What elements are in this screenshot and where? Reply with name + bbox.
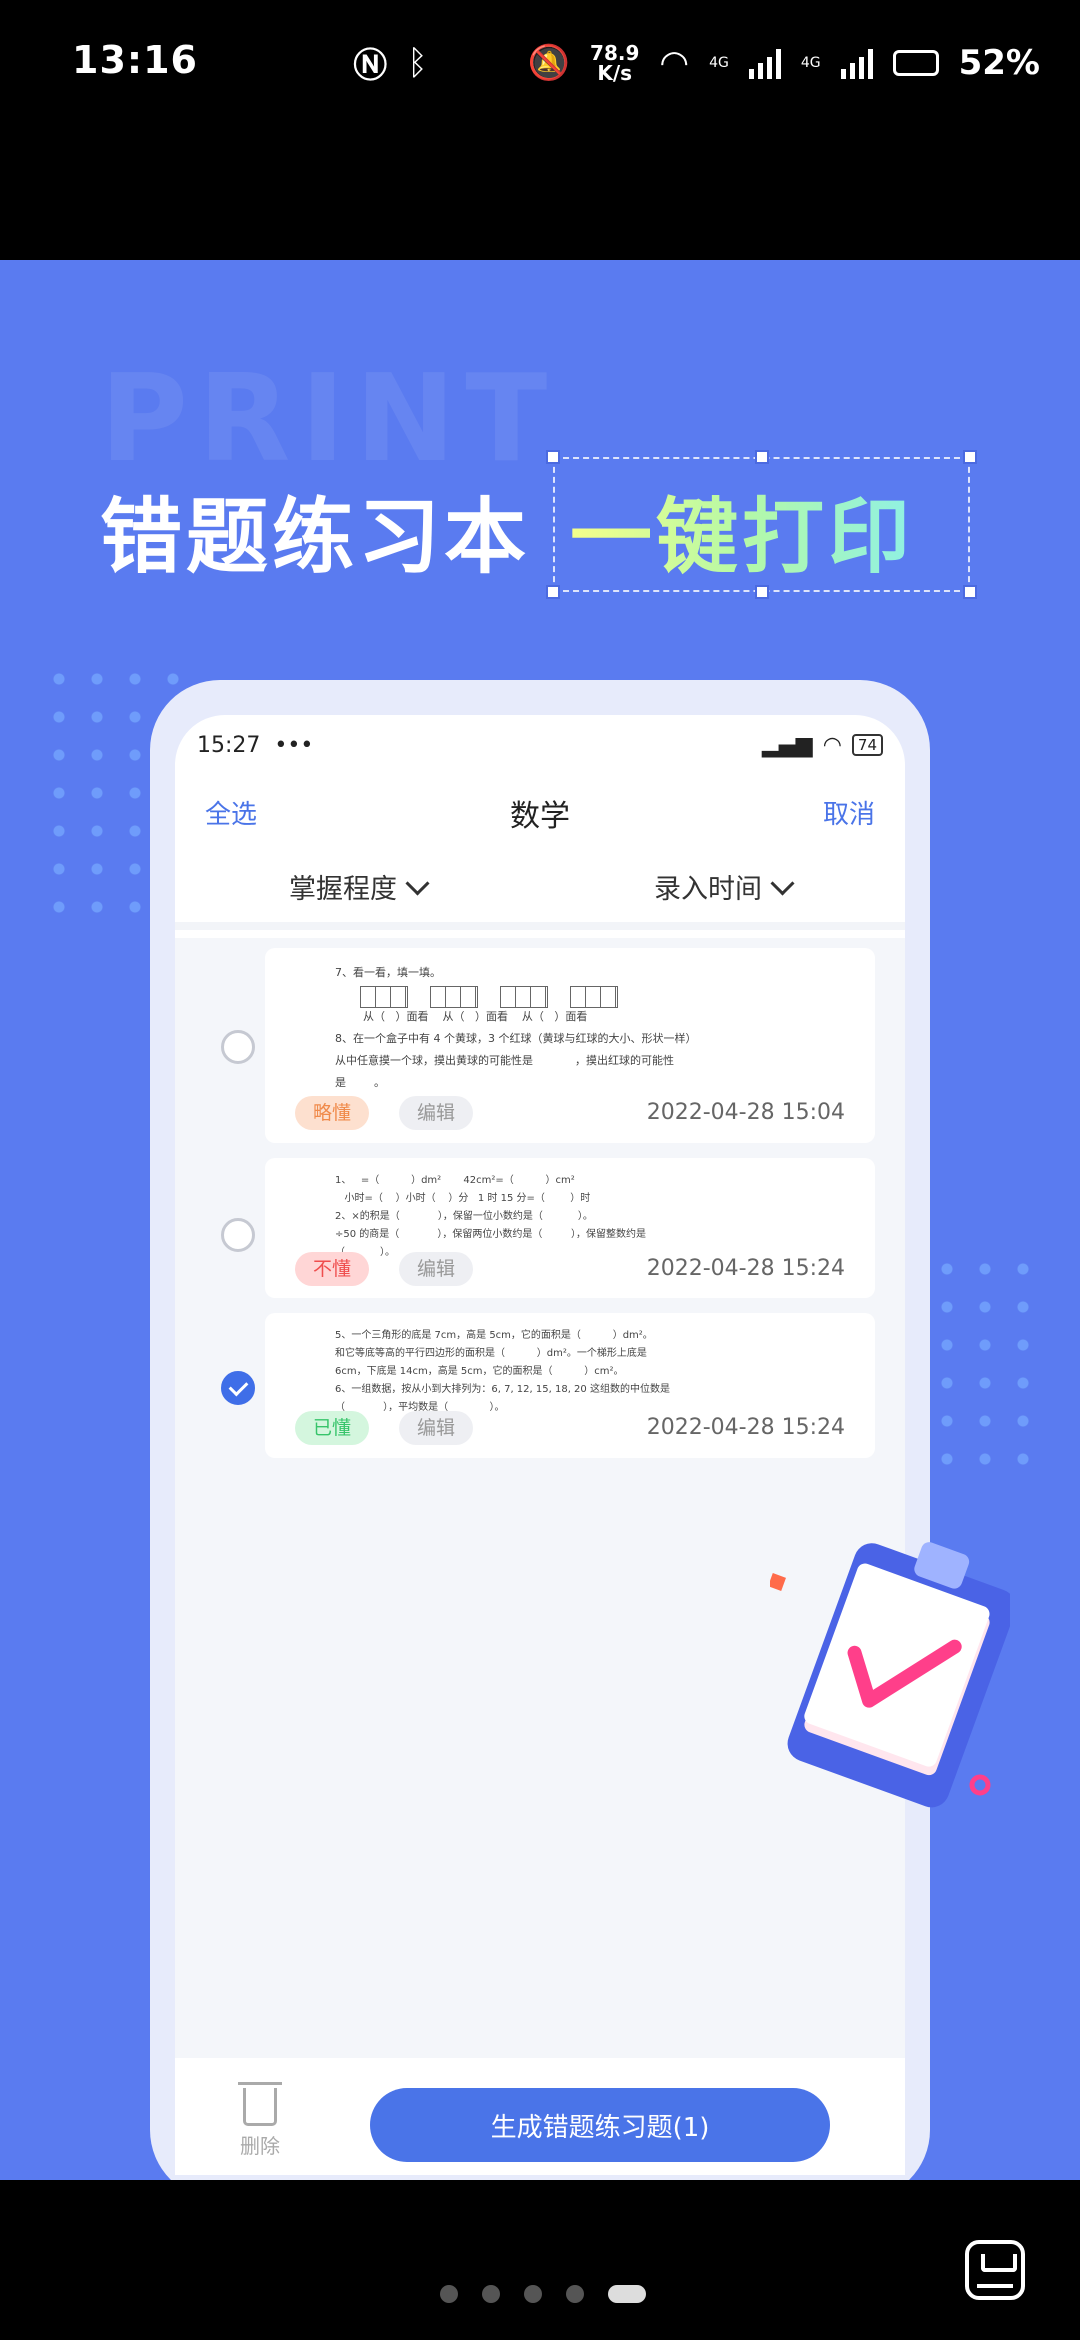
status-icons: Ⓝ ᛒ 🔕 78.9 K/s ◠ 4G 4G 52%: [353, 38, 1040, 87]
handle-icon: [546, 450, 560, 464]
delete-button[interactable]: 删除: [230, 2082, 290, 2159]
select-radio[interactable]: [221, 1218, 255, 1252]
headline-right: 一键打印: [570, 470, 914, 589]
phone-nav: 全选 数学 取消: [175, 775, 905, 850]
cube-figure-icon: [500, 986, 548, 1008]
phone-screen: 15:27 ••• ▂▄▆ ◠ 74 全选 数学 取消 掌握程度 录入时间 7、…: [175, 715, 905, 2175]
headline-left: 错题练习本: [100, 490, 531, 585]
battery-percent: 52%: [958, 42, 1040, 83]
signal-icon: [748, 47, 781, 79]
bluetooth-icon: ᛒ: [407, 42, 428, 83]
cube-figure-icon: [430, 986, 478, 1008]
system-nav-bar: [0, 2180, 1080, 2340]
clipboard-check-icon: [770, 1542, 1010, 1808]
save-icon[interactable]: [965, 2240, 1025, 2300]
filter-entry-time[interactable]: 录入时间: [654, 867, 791, 906]
print-watermark: PRINT: [100, 350, 558, 489]
bottom-action-bar: 删除 生成错题练习题(1): [175, 2058, 905, 2175]
question-card[interactable]: 5、一个三角形的底是 7cm，高是 5cm，它的面积是（ ）dm²。 和它等底等高…: [221, 1313, 875, 1458]
page-dot[interactable]: [524, 2285, 542, 2303]
cube-figure-icon: [360, 986, 408, 1008]
status-time: 13:16: [72, 38, 198, 82]
mastery-tag: 已懂: [295, 1411, 370, 1445]
page-dot[interactable]: [440, 2285, 458, 2303]
page-dot[interactable]: [566, 2285, 584, 2303]
question-card[interactable]: 7、看一看，填一填。 从（ ）面看 从（ ）面看 从（ ）面看 8、在一个盒子中有…: [221, 948, 875, 1143]
handle-icon: [963, 450, 977, 464]
question-figures: [360, 986, 618, 1008]
entry-date: 2022-04-28 15:04: [646, 1100, 845, 1125]
page-indicator: [440, 2285, 646, 2303]
page-dot-active[interactable]: [608, 2285, 646, 2303]
delete-label: 删除: [240, 2134, 280, 2158]
battery-icon: [892, 49, 939, 76]
handle-icon: [546, 585, 560, 599]
phone-battery: 74: [851, 734, 883, 756]
mastery-tag: 略懂: [295, 1096, 370, 1130]
mute-bell-icon: 🔕: [527, 42, 571, 83]
question-text: 5、一个三角形的底是 7cm，高是 5cm，它的面积是（ ）dm²。 和它等底等高…: [335, 1330, 670, 1413]
filter-mastery[interactable]: 掌握程度: [289, 867, 426, 906]
question-card[interactable]: 1、 =（ ）dm² 42cm²=（ ）cm² 小时=（ ）小时（ ）分 1 时…: [221, 1158, 875, 1298]
question-list: 7、看一看，填一填。 从（ ）面看 从（ ）面看 从（ ）面看 8、在一个盒子中有…: [175, 938, 905, 2058]
filter-bar: 掌握程度 录入时间: [175, 850, 905, 930]
edit-button[interactable]: 编辑: [399, 1252, 474, 1286]
phone-status-time: 15:27: [197, 732, 261, 758]
select-radio-checked[interactable]: [221, 1371, 255, 1405]
phone-signal-icon: ▂▄▆: [761, 732, 813, 758]
entry-date: 2022-04-28 15:24: [646, 1256, 845, 1281]
phone-status-dots: •••: [274, 732, 314, 758]
cube-figure-icon: [570, 986, 618, 1008]
question-text: 7、看一看，填一填。 从（ ）面看 从（ ）面看 从（ ）面看 8、在一个盒子中有…: [335, 966, 697, 1089]
signal-icon-2: [840, 47, 873, 79]
handle-icon: [755, 450, 769, 464]
page-dot[interactable]: [482, 2285, 500, 2303]
entry-date: 2022-04-28 15:24: [646, 1415, 845, 1440]
select-radio[interactable]: [221, 1030, 255, 1064]
nfc-icon: Ⓝ: [353, 46, 388, 86]
wifi-icon: ◠: [659, 42, 690, 83]
select-all-button[interactable]: 全选: [205, 794, 257, 831]
page-title: 数学: [510, 798, 570, 834]
phone-status-bar: 15:27 ••• ▂▄▆ ◠ 74: [175, 715, 905, 775]
status-bar: 13:16 Ⓝ ᛒ 🔕 78.9 K/s ◠ 4G 4G 52%: [0, 0, 1080, 260]
cancel-button[interactable]: 取消: [823, 794, 875, 831]
edit-button[interactable]: 编辑: [399, 1096, 474, 1130]
phone-wifi-icon: ◠: [822, 732, 842, 758]
generate-practice-button[interactable]: 生成错题练习题(1): [370, 2088, 830, 2162]
network-label-1: 4G: [709, 54, 729, 71]
question-text: 1、 =（ ）dm² 42cm²=（ ）cm² 小时=（ ）小时（ ）分 1 时…: [335, 1175, 647, 1258]
network-speed: 78.9 K/s: [590, 40, 640, 85]
trash-icon: [238, 2082, 282, 2126]
mastery-tag: 不懂: [295, 1252, 370, 1286]
handle-icon: [963, 585, 977, 599]
edit-button[interactable]: 编辑: [399, 1411, 474, 1445]
network-label-2: 4G: [800, 54, 821, 71]
